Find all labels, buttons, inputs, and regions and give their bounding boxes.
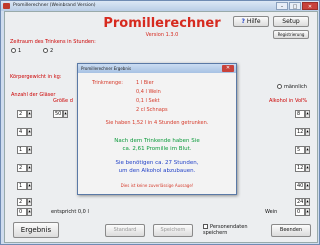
alcohol-field[interactable]: 12	[295, 128, 305, 136]
glass-count-field[interactable]: 0	[17, 208, 27, 216]
time-option-1[interactable]: 1	[11, 48, 21, 54]
drink-item: 1 l Bier	[136, 80, 154, 86]
radio-icon	[11, 48, 16, 53]
bottom-row-text: entspricht 0,0 l	[51, 209, 89, 215]
glass-count-field[interactable]: 2	[17, 164, 27, 172]
app-window: Promillerechner (Weinbrand Version) – □ …	[0, 0, 320, 245]
help-button[interactable]: ? Hilfe	[233, 16, 269, 27]
save-button[interactable]: Speichern	[153, 224, 193, 237]
disclaimer: Dies ist keine zuverlässige Aussage!	[120, 183, 194, 188]
count-spinner[interactable]: ▲	[27, 208, 32, 216]
alcohol-spinner[interactable]: ▲	[305, 208, 310, 216]
app-title: Promillerechner	[103, 16, 221, 31]
drink-summary: Sie haben 1,52 l in 4 Stunden getrunken.	[105, 120, 209, 126]
drink-label: Trinkmenge:	[92, 80, 123, 86]
minimize-button[interactable]: –	[276, 2, 288, 10]
save-personal-checkbox[interactable]: Personendaten speichern	[203, 224, 259, 236]
app-version: Version 1.3.0	[145, 32, 179, 38]
count-spinner[interactable]: ▲	[27, 182, 32, 190]
help-label: Hilfe	[246, 18, 261, 25]
time-line-1: Sie benötigen ca. 27 Stunden,	[115, 160, 199, 166]
glass-count-field[interactable]: 1	[17, 146, 27, 154]
alcohol-field[interactable]: 5	[295, 146, 305, 154]
drinking-time-label: Zeitraum des Trinkens in Stunden:	[10, 39, 96, 45]
alcohol-field[interactable]: 40	[295, 182, 305, 190]
alcohol-spinner[interactable]: ▲	[305, 164, 310, 172]
gender-male-option[interactable]: männlich	[277, 84, 307, 90]
alcohol-spinner[interactable]: ▲	[305, 146, 310, 154]
result-button[interactable]: Ergebnis	[13, 222, 59, 238]
alcohol-spinner[interactable]: ▲	[305, 182, 310, 190]
glass-size-label: Größe d	[53, 98, 73, 104]
title-bar: Promillerechner (Weinbrand Version) – □ …	[1, 1, 319, 11]
alcohol-field[interactable]: 12	[295, 164, 305, 172]
glass-count-field[interactable]: 1	[17, 182, 27, 190]
alcohol-field[interactable]: 8	[295, 110, 305, 118]
glass-count-field[interactable]: 4	[17, 128, 27, 136]
quit-button[interactable]: Beenden	[271, 224, 311, 237]
alcohol-field[interactable]: 24	[295, 198, 305, 206]
alcohol-spinner[interactable]: ▲	[305, 198, 310, 206]
window-title: Promillerechner (Weinbrand Version)	[13, 3, 96, 8]
checkbox-icon	[203, 224, 208, 229]
glass-count-field[interactable]: 2	[17, 110, 27, 118]
bottom-row-last: Wein	[265, 209, 278, 215]
standard-button[interactable]: Standard	[105, 224, 145, 237]
setup-button[interactable]: Setup	[273, 16, 309, 27]
drink-item: 0,1 l Sekt	[136, 98, 160, 104]
alcohol-field[interactable]: 0	[295, 208, 305, 216]
close-button[interactable]: ✕	[302, 2, 318, 10]
drink-item: 0,4 l Wein	[136, 89, 161, 95]
help-icon: ?	[241, 18, 245, 25]
count-spinner[interactable]: ▲	[27, 128, 32, 136]
size-spinner[interactable]: ▲	[63, 110, 68, 118]
radio-icon	[277, 84, 282, 89]
registration-button[interactable]: Registrierung	[273, 30, 309, 39]
time-line-2: um den Alkohol abzubauen.	[118, 168, 196, 174]
app-icon	[3, 3, 10, 9]
alcohol-label: Alkohol in Vol%	[269, 98, 308, 104]
time-option-2[interactable]: 2	[43, 48, 53, 54]
dialog-title: Promillerechner Ergebnis	[78, 64, 236, 73]
glass-count-field[interactable]: 2	[17, 198, 27, 206]
alcohol-spinner[interactable]: ▲	[305, 110, 310, 118]
count-spinner[interactable]: ▲	[27, 198, 32, 206]
count-spinner[interactable]: ▲	[27, 164, 32, 172]
glass-count-label: Anzahl der Gläser	[11, 92, 56, 98]
count-spinner[interactable]: ▲	[27, 146, 32, 154]
count-spinner[interactable]: ▲	[27, 110, 32, 118]
alcohol-spinner[interactable]: ▲	[305, 128, 310, 136]
maximize-button[interactable]: □	[289, 2, 301, 10]
radio-icon	[43, 48, 48, 53]
result-dialog: Promillerechner Ergebnis ✕ Trinkmenge: 1…	[77, 63, 237, 195]
body-weight-label: Körpergewicht in kg:	[10, 74, 62, 80]
result-line-1: Nach dem Trinkende haben Sie	[114, 138, 200, 144]
drink-item: 2 cl Schnaps	[136, 107, 168, 113]
result-line-2: ca. 2,61 Promille im Blut.	[122, 146, 192, 152]
glass-size-field[interactable]: 50	[53, 110, 63, 118]
dialog-close-button[interactable]: ✕	[222, 65, 234, 72]
